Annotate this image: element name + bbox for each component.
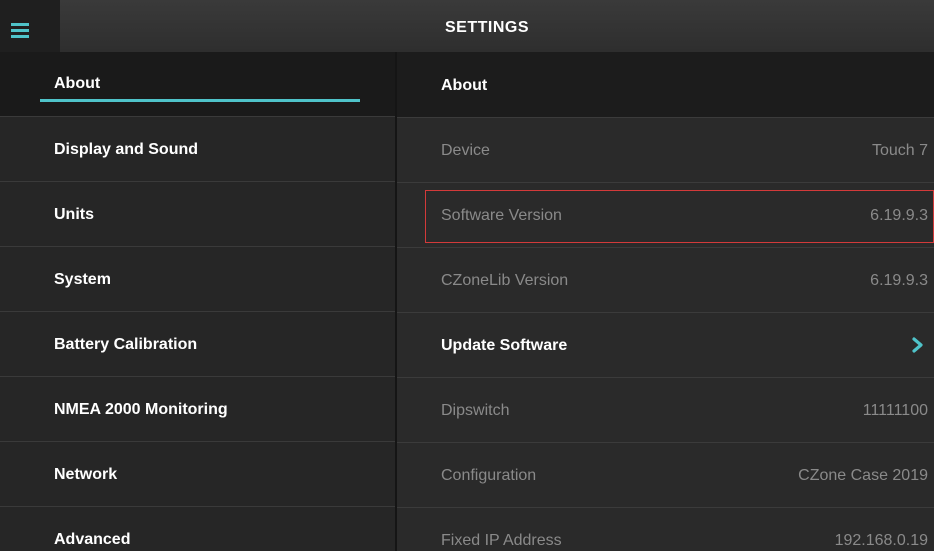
- sidebar-item-label: About: [54, 75, 101, 92]
- row-value: Touch 7: [871, 142, 928, 159]
- about-header: About: [397, 52, 934, 118]
- sidebar-item-label: Network: [54, 466, 118, 483]
- row-label: Fixed IP Address: [441, 532, 562, 549]
- row-label: Configuration: [441, 467, 537, 484]
- sidebar-item-units[interactable]: Units: [0, 182, 395, 247]
- sidebar-item-label: Units: [54, 206, 94, 223]
- sidebar-item-label: Display and Sound: [54, 141, 199, 158]
- row-label: Update Software: [441, 337, 568, 354]
- row-value: 6.19.9.3: [870, 207, 928, 224]
- top-bar: SETTINGS: [0, 0, 934, 52]
- sidebar-item-label: Battery Calibration: [54, 336, 198, 353]
- settings-sidebar: About Display and Sound Units System Bat…: [0, 52, 395, 551]
- row-value: 192.168.0.19: [834, 532, 928, 549]
- configuration-row: Configuration CZone Case 2019: [397, 443, 934, 508]
- row-value: CZone Case 2019: [798, 467, 928, 484]
- row-label: Device: [441, 142, 490, 159]
- sidebar-item-advanced[interactable]: Advanced: [0, 507, 395, 551]
- software-version-row: Software Version 6.19.9.3: [397, 183, 934, 248]
- fixed-ip-address-row: Fixed IP Address 192.168.0.19: [397, 508, 934, 551]
- chevron-right-icon: [912, 337, 923, 353]
- page-title: SETTINGS: [444, 19, 529, 36]
- sidebar-item-label: Advanced: [54, 531, 131, 548]
- device-row: Device Touch 7: [397, 118, 934, 183]
- sidebar-item-display-and-sound[interactable]: Display and Sound: [0, 117, 395, 182]
- sidebar-item-system[interactable]: System: [0, 247, 395, 312]
- sidebar-item-battery-calibration[interactable]: Battery Calibration: [0, 312, 395, 377]
- row-label: CZoneLib Version: [441, 272, 569, 289]
- sidebar-item-about[interactable]: About: [0, 52, 395, 117]
- update-software-row[interactable]: Update Software: [397, 313, 934, 378]
- sidebar-item-nmea-2000-monitoring[interactable]: NMEA 2000 Monitoring: [0, 377, 395, 442]
- row-label: Software Version: [441, 207, 562, 224]
- sidebar-item-label: NMEA 2000 Monitoring: [54, 401, 228, 418]
- section-title: About: [441, 77, 488, 94]
- czonelib-version-row: CZoneLib Version 6.19.9.3: [397, 248, 934, 313]
- sidebar-item-label: System: [54, 271, 111, 288]
- sidebar-item-network[interactable]: Network: [0, 442, 395, 507]
- selected-tab-indicator: [40, 99, 360, 102]
- about-panel: About Device Touch 7 Software Version 6.…: [397, 52, 934, 551]
- row-value: 11111100: [862, 402, 928, 419]
- row-value: 6.19.9.3: [870, 272, 928, 289]
- settings-screen: SETTINGS About Display and Sound Units S…: [0, 0, 934, 551]
- dipswitch-row: Dipswitch 11111100: [397, 378, 934, 443]
- row-label: Dipswitch: [441, 402, 510, 419]
